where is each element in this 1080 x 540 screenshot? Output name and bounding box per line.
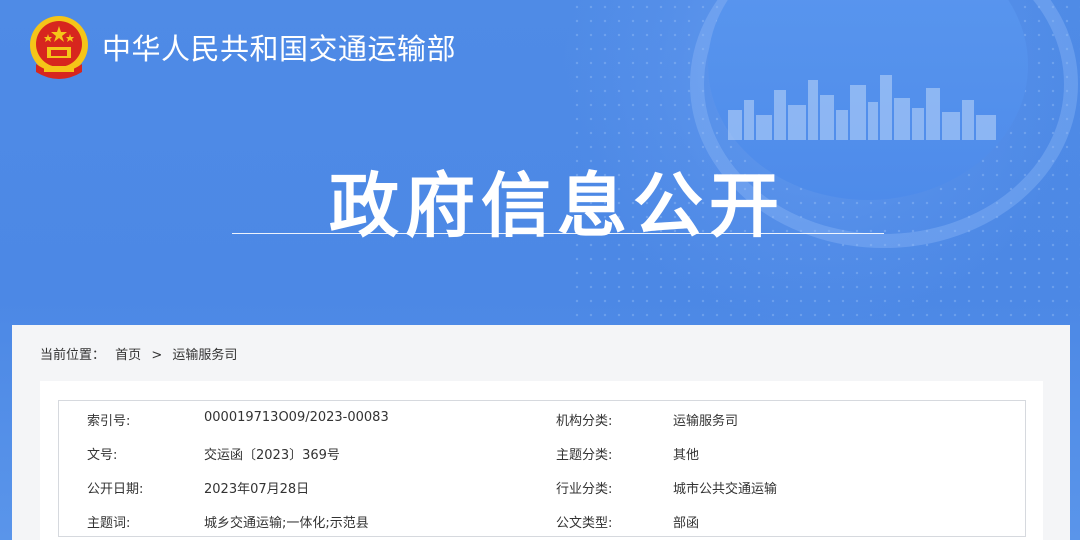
label-keywords: 主题词: [87,516,131,531]
breadcrumb-separator: > [151,348,163,363]
metadata-row: 主题词: 城乡交通运输;一体化;示范县 公文类型: 部函 [59,503,1025,537]
value-keywords: 城乡交通运输;一体化;示范县 [204,516,369,531]
label-index-number: 索引号: [87,414,131,429]
label-agency-category: 机构分类: [556,414,613,429]
metadata-row: 文号: 交运函〔2023〕369号 主题分类: 其他 [59,435,1025,469]
metadata-table: 索引号: 000019713O09/2023-00083 机构分类: 运输服务司… [58,400,1026,537]
label-publish-date: 公开日期: [87,482,144,497]
metadata-row: 索引号: 000019713O09/2023-00083 机构分类: 运输服务司 [59,401,1025,435]
ministry-name[interactable]: 中华人民共和国交通运输部 [102,26,456,68]
value-index-number: 000019713O09/2023-00083 [204,410,389,425]
title-divider [232,233,884,234]
label-industry-category: 行业分类: [556,482,613,497]
value-industry-category: 城市公共交通运输 [673,482,778,497]
metadata-row: 公开日期: 2023年07月28日 行业分类: 城市公共交通运输 [59,469,1025,503]
breadcrumb-prefix: 当前位置： [40,348,106,363]
city-skyline-illustration [728,75,996,140]
page-title: 政府信息公开 [329,165,785,247]
value-topic-category: 其他 [673,448,700,463]
label-document-type: 公文类型: [556,516,613,531]
breadcrumb: 当前位置： 首页 > 运输服务司 [40,344,243,363]
national-emblem-icon [30,16,88,79]
value-publish-date: 2023年07月28日 [204,482,310,497]
breadcrumb-home-link[interactable]: 首页 [115,348,141,363]
value-agency-category: 运输服务司 [673,414,739,429]
breadcrumb-current-link[interactable]: 运输服务司 [172,348,237,363]
label-document-number: 文号: [87,448,118,463]
label-topic-category: 主题分类: [556,448,613,463]
value-document-type: 部函 [673,516,700,531]
value-document-number: 交运函〔2023〕369号 [204,448,340,463]
